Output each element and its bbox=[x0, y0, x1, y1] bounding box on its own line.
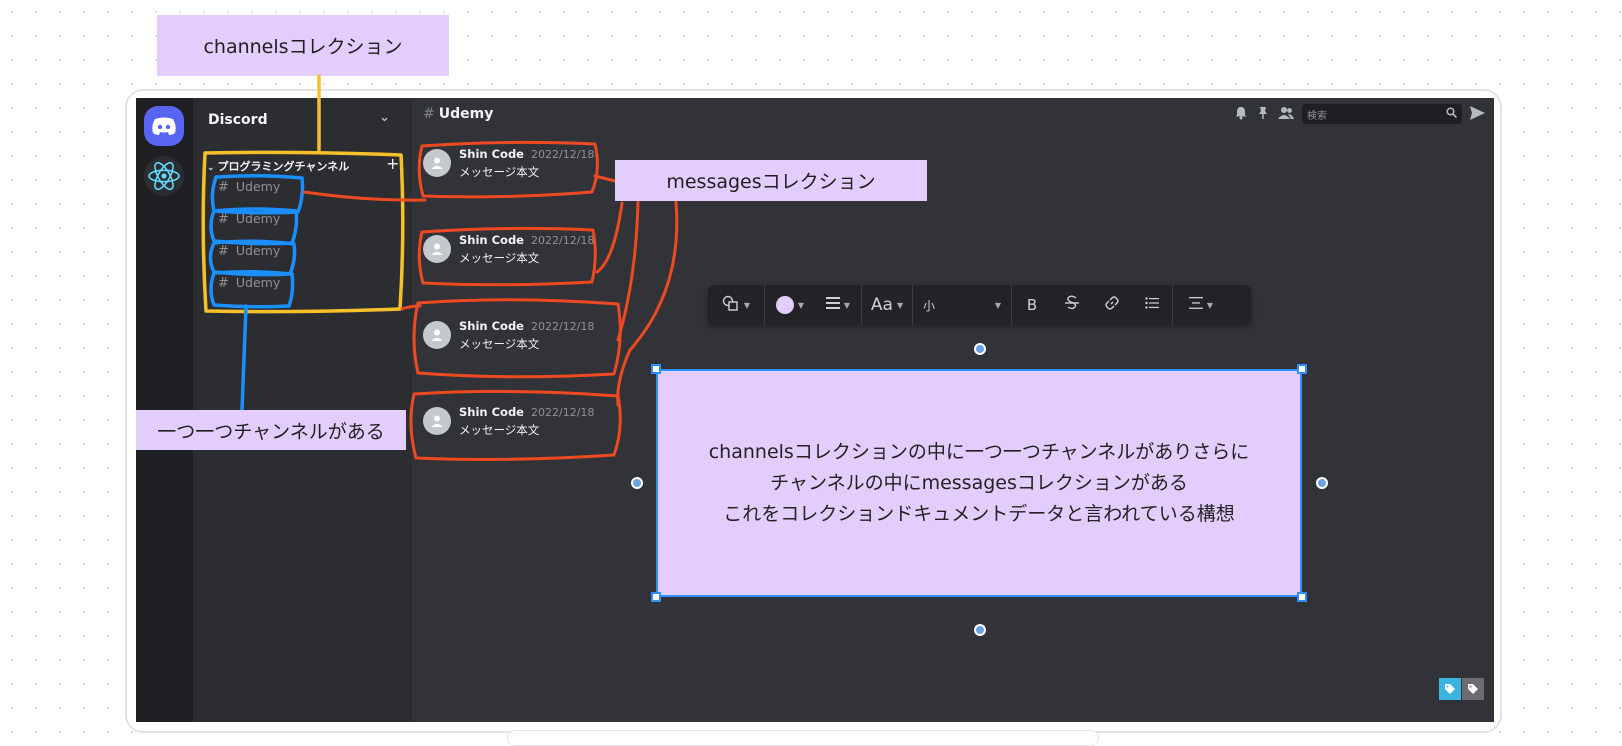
connector-handle[interactable] bbox=[974, 343, 986, 355]
message-outline bbox=[412, 298, 622, 379]
one-channel-each-label[interactable]: 一つ一つチャンネルがある bbox=[136, 410, 406, 450]
line-weight-button[interactable]: ▼ bbox=[815, 285, 861, 325]
resize-handle[interactable] bbox=[651, 364, 661, 374]
color-swatch-icon bbox=[775, 296, 794, 314]
strikethrough-icon bbox=[1065, 295, 1079, 315]
connector-handle[interactable] bbox=[631, 477, 643, 489]
messages-collection-label-text: messagesコレクション bbox=[666, 171, 876, 193]
chevron-down-icon: ▼ bbox=[896, 300, 904, 310]
bullet-list-icon bbox=[1145, 297, 1159, 313]
bold-label: B bbox=[1026, 296, 1038, 314]
resize-handle[interactable] bbox=[651, 592, 661, 602]
bold-button[interactable]: B bbox=[1012, 285, 1052, 325]
shape-format-toolbar: ▼ ▼ ▼ Aa ▼ 小 ▼ B ▼ bbox=[708, 285, 1251, 325]
message-connector-line bbox=[593, 174, 617, 183]
message-connector-line bbox=[302, 190, 427, 202]
font-family-button[interactable]: Aa ▼ bbox=[862, 285, 912, 325]
font-label: Aa bbox=[870, 295, 893, 315]
chevron-down-icon: ▼ bbox=[994, 300, 1001, 310]
description-line: チャンネルの中にmessagesコレクションがある bbox=[770, 471, 1188, 494]
message-connector-line bbox=[595, 201, 624, 274]
description-line: channelsコレクションの中に一つ一つチャンネルがありさらに bbox=[708, 440, 1250, 463]
chevron-down-icon: ▼ bbox=[797, 300, 805, 310]
bullet-list-button[interactable] bbox=[1132, 285, 1172, 325]
description-line: これをコレクションドキュメントデータと言われている構想 bbox=[723, 502, 1235, 525]
resize-handle[interactable] bbox=[1297, 364, 1307, 374]
description-sticky-box[interactable]: channelsコレクションの中に一つ一つチャンネルがありさらに チャンネルの中… bbox=[656, 369, 1302, 597]
shape-picker-button[interactable]: ▼ bbox=[708, 285, 764, 325]
chevron-down-icon: ▼ bbox=[1206, 300, 1214, 310]
message-outline bbox=[417, 226, 597, 287]
bottom-toolbar[interactable] bbox=[507, 730, 1099, 746]
connector-handle[interactable] bbox=[974, 624, 986, 636]
strikethrough-button[interactable] bbox=[1052, 285, 1092, 325]
message-outline bbox=[417, 140, 599, 199]
align-center-icon bbox=[1188, 297, 1203, 313]
channel-item-outline bbox=[210, 173, 305, 215]
text-align-button[interactable]: ▼ bbox=[1173, 285, 1229, 325]
channel-connector-line bbox=[240, 304, 248, 412]
line-weight-icon bbox=[825, 297, 840, 313]
message-outline bbox=[409, 389, 622, 461]
chevron-down-icon: ▼ bbox=[843, 300, 851, 310]
fill-color-button[interactable]: ▼ bbox=[765, 285, 815, 325]
messages-collection-label[interactable]: messagesコレクション bbox=[615, 160, 927, 201]
resize-handle[interactable] bbox=[1297, 592, 1307, 602]
font-size-value: 小 bbox=[923, 298, 936, 313]
link-button[interactable] bbox=[1092, 285, 1132, 325]
chevron-down-icon: ▼ bbox=[743, 300, 751, 310]
connector-handle[interactable] bbox=[1316, 477, 1328, 489]
channel-item-outline bbox=[208, 239, 297, 277]
link-icon bbox=[1104, 295, 1120, 315]
channel-item-outline bbox=[209, 269, 295, 309]
shapes-icon bbox=[722, 295, 740, 315]
font-size-select[interactable]: 小 ▼ bbox=[913, 285, 1011, 325]
one-channel-each-label-text: 一つ一つチャンネルがある bbox=[157, 420, 385, 443]
